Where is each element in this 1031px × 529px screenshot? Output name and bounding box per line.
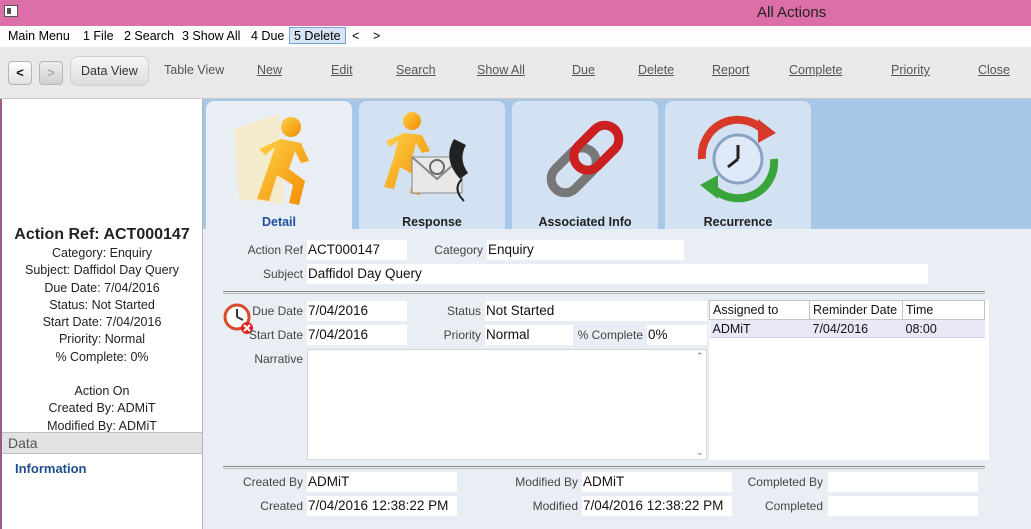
cell-assigned-to[interactable]: ADMiT	[709, 319, 810, 338]
priority-label: Priority	[443, 328, 481, 342]
category-label: Category	[434, 243, 483, 257]
completed-by-field[interactable]	[828, 472, 978, 492]
envelope-phone-icon	[384, 112, 468, 202]
created-label: Created	[260, 499, 303, 513]
separator	[223, 291, 985, 294]
tab-detail[interactable]: Detail	[206, 101, 352, 229]
action-ref-field[interactable]: ACT000147	[307, 240, 407, 260]
separator	[223, 466, 985, 469]
tab-recurrence-label: Recurrence	[703, 215, 773, 229]
summary-due-date: Due Date: 7/04/2016	[44, 280, 160, 295]
status-field[interactable]: Not Started	[485, 301, 707, 321]
data-section-header[interactable]: Data	[2, 432, 202, 454]
narrative-textarea[interactable]: ⌃ ⌄	[307, 349, 707, 460]
assigned-header-row: Assigned to Reminder Date Time	[709, 300, 985, 320]
edit-button[interactable]: Edit	[331, 63, 353, 77]
tab-associated-info[interactable]: Associated Info	[512, 101, 658, 229]
information-link[interactable]: Information	[15, 461, 87, 476]
completed-field[interactable]	[828, 496, 978, 516]
app-icon[interactable]	[4, 5, 18, 17]
cell-reminder-date[interactable]: 7/04/2016	[809, 319, 903, 338]
tab-strip: Detail Response Associated Info Recurren…	[203, 99, 1031, 229]
created-field[interactable]: 7/04/2016 12:38:22 PM	[307, 496, 457, 516]
summary-pct-complete: % Complete: 0%	[55, 349, 149, 364]
completed-label: Completed	[764, 499, 823, 513]
menu-bar: Main Menu 1 File 2 Search 3 Show All 4 D…	[0, 26, 1031, 47]
modified-label: Modified	[532, 499, 578, 513]
scroll-down-icon[interactable]: ⌄	[696, 447, 704, 458]
completed-by-label: Completed By	[747, 475, 823, 489]
report-button[interactable]: Report	[712, 63, 750, 77]
title-bar: All Actions	[0, 0, 1031, 26]
assigned-table: Assigned to Reminder Date Time ADMiT 7/0…	[709, 300, 989, 460]
cell-time[interactable]: 08:00	[902, 319, 985, 338]
summary-action-ref: Action Ref: ACT000147	[14, 226, 190, 243]
menu-main-menu[interactable]: Main Menu	[4, 28, 74, 45]
close-button[interactable]: Close	[978, 63, 1010, 77]
running-man-icon	[234, 114, 309, 205]
menu-scroll-left[interactable]: <	[348, 28, 363, 45]
menu-due[interactable]: 4 Due	[247, 28, 288, 45]
action-summary: Action Ref: ACT000147 Category: Enquiry …	[2, 225, 202, 435]
search-button[interactable]: Search	[396, 63, 436, 77]
summary-category: Category: Enquiry	[51, 246, 153, 260]
narrative-label: Narrative	[254, 352, 303, 366]
summary-created-by: Created By: ADMiT	[48, 401, 156, 416]
summary-panel: Action Ref: ACT000147 Category: Enquiry …	[0, 99, 203, 529]
col-time[interactable]: Time	[902, 300, 985, 320]
start-date-label: Start Date	[248, 328, 303, 342]
tab-detail-label: Detail	[261, 215, 297, 229]
new-button[interactable]: New	[257, 63, 282, 77]
menu-scroll-right[interactable]: >	[369, 28, 384, 45]
main-content: Detail Response Associated Info Recurren…	[203, 99, 1031, 529]
table-row[interactable]: ADMiT 7/04/2016 08:00	[709, 319, 985, 338]
due-date-label: Due Date	[252, 304, 303, 318]
show-all-button[interactable]: Show All	[477, 63, 525, 77]
subject-field[interactable]: Daffidol Day Query	[307, 264, 928, 284]
due-button[interactable]: Due	[572, 63, 595, 77]
tab-recurrence[interactable]: Recurrence	[665, 101, 811, 229]
due-date-field[interactable]: 7/04/2016	[307, 301, 407, 321]
created-by-field[interactable]: ADMiT	[307, 472, 457, 492]
toolbar: < > Data View Table View New Edit Search…	[0, 47, 1031, 99]
forward-button[interactable]: >	[39, 61, 63, 85]
modified-by-field[interactable]: ADMiT	[582, 472, 732, 492]
scroll-up-icon[interactable]: ⌃	[696, 351, 704, 362]
table-view-button[interactable]: Table View	[164, 63, 224, 77]
col-assigned-to[interactable]: Assigned to	[709, 300, 810, 320]
data-view-button[interactable]: Data View	[70, 56, 149, 86]
delete-button[interactable]: Delete	[638, 63, 674, 77]
narrative-scrollbar[interactable]: ⌃ ⌄	[694, 350, 706, 459]
col-reminder-date[interactable]: Reminder Date	[809, 300, 903, 320]
modified-by-label: Modified By	[515, 475, 578, 489]
tab-response-label: Response	[402, 215, 462, 229]
tab-associated-info-label: Associated Info	[538, 215, 632, 229]
action-ref-label: Action Ref	[247, 243, 303, 257]
complete-button[interactable]: Complete	[789, 63, 843, 77]
created-by-label: Created By	[242, 475, 303, 489]
window-title: All Actions	[757, 4, 827, 21]
priority-field[interactable]: Normal	[485, 325, 573, 345]
chain-link-icon	[546, 120, 624, 198]
back-button[interactable]: <	[8, 61, 32, 85]
recurrence-clock-icon	[697, 115, 779, 203]
summary-action-on: Action On	[74, 384, 130, 399]
tab-response[interactable]: Response	[359, 101, 505, 229]
summary-priority: Priority: Normal	[58, 332, 146, 347]
priority-button[interactable]: Priority	[891, 63, 930, 77]
pct-complete-field[interactable]: 0%	[647, 325, 707, 345]
summary-status: Status: Not Started	[49, 297, 155, 312]
menu-search[interactable]: 2 Search	[120, 28, 178, 45]
menu-delete[interactable]: 5 Delete	[289, 27, 346, 44]
start-date-field[interactable]: 7/04/2016	[307, 325, 407, 345]
menu-show-all[interactable]: 3 Show All	[178, 28, 244, 45]
summary-subject: Subject: Daffidol Day Query	[24, 263, 179, 278]
menu-file[interactable]: 1 File	[79, 28, 118, 45]
category-field[interactable]: Enquiry	[487, 240, 684, 260]
subject-label: Subject	[262, 267, 303, 281]
pct-complete-label: % Complete	[577, 328, 643, 342]
status-label: Status	[446, 304, 481, 318]
summary-start-date: Start Date: 7/04/2016	[42, 315, 162, 330]
modified-field[interactable]: 7/04/2016 12:38:22 PM	[582, 496, 732, 516]
